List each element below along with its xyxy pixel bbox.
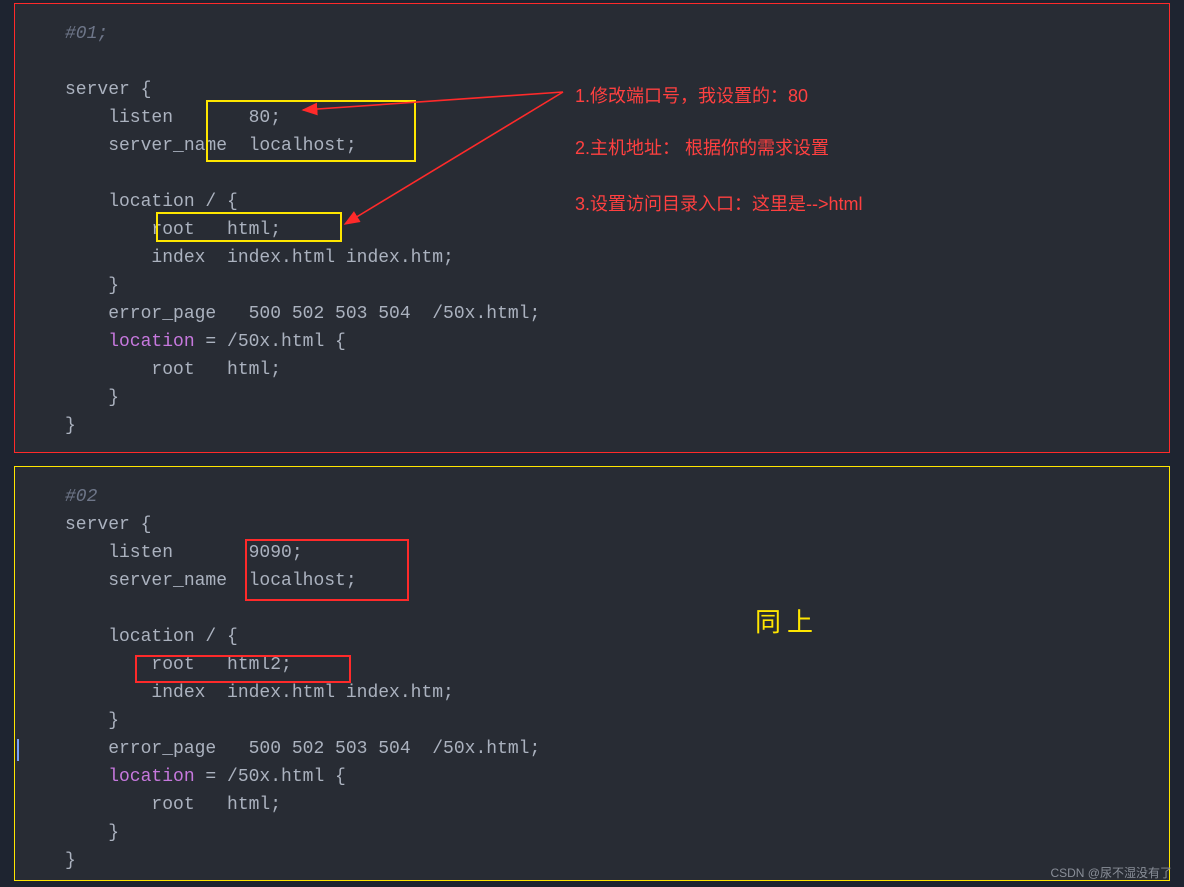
highlight-root-2: [135, 655, 351, 683]
keyword-location: location: [65, 767, 195, 787]
code-line: }: [65, 711, 119, 731]
code-line: }: [65, 851, 76, 871]
code-line: error_page 500 502 503 504 /50x.html;: [65, 304, 540, 324]
code-line: }: [65, 276, 119, 296]
server-block-1: #01; server { listen 80; server_name loc…: [14, 3, 1170, 453]
code-line: = /50x.html {: [195, 767, 346, 787]
code-line: }: [65, 823, 119, 843]
annotation-2: 2.主机地址： 根据你的需求设置: [575, 134, 829, 160]
code-line: }: [65, 388, 119, 408]
code-line: index index.html index.htm;: [65, 248, 454, 268]
annotation-3: 3.设置访问目录入口：这里是-->html: [575, 190, 863, 216]
code-line: root html;: [65, 360, 281, 380]
annotation-same-as-above: 同上: [755, 602, 819, 639]
highlight-root-1: [156, 212, 342, 242]
code-line: server {: [65, 515, 151, 535]
comment-01: #01;: [65, 24, 108, 44]
code-line: error_page 500 502 503 504 /50x.html;: [65, 739, 540, 759]
code-line: }: [65, 416, 76, 436]
code-line: location / {: [65, 192, 238, 212]
comment-02: #02: [65, 487, 97, 507]
server-block-2: #02 server { listen 9090; server_name lo…: [14, 466, 1170, 881]
code-line: location / {: [65, 627, 238, 647]
cursor-line-indicator: [17, 739, 19, 761]
highlight-listen-port-1: [206, 100, 416, 162]
code-line: index index.html index.htm;: [65, 683, 454, 703]
keyword-location: location: [65, 332, 195, 352]
annotation-1: 1.修改端口号，我设置的：80: [575, 82, 808, 108]
watermark: CSDN @尿不湿没有了: [1050, 864, 1172, 881]
code-line: = /50x.html {: [195, 332, 346, 352]
highlight-listen-port-2: [245, 539, 409, 601]
code-line: server {: [65, 80, 151, 100]
code-line: root html;: [65, 795, 281, 815]
